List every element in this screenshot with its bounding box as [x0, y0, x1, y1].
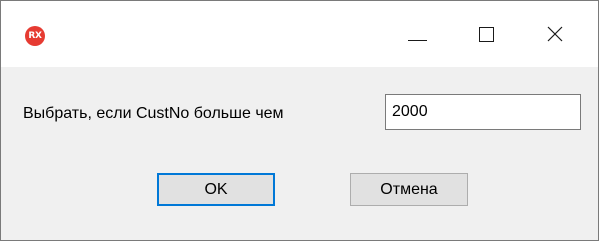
dialog-body: Выбрать, если CustNo больше чем OK Отмен… — [1, 67, 598, 240]
minimize-button[interactable] — [395, 1, 441, 67]
value-input[interactable] — [385, 94, 581, 130]
close-icon — [547, 26, 563, 42]
cancel-button[interactable]: Отмена — [350, 173, 468, 206]
ok-button[interactable]: OK — [157, 173, 275, 206]
app-logo-icon: RX — [25, 26, 45, 46]
dialog-window: RX Выбрать, если CustNo больше чем OK От… — [0, 0, 599, 241]
app-logo-text: RX — [28, 31, 42, 41]
minimize-icon — [408, 40, 427, 41]
maximize-icon — [479, 27, 494, 42]
title-bar[interactable]: RX — [1, 1, 598, 67]
close-button[interactable] — [532, 1, 578, 67]
maximize-button[interactable] — [464, 1, 510, 67]
prompt-label: Выбрать, если CustNo больше чем — [23, 105, 284, 122]
